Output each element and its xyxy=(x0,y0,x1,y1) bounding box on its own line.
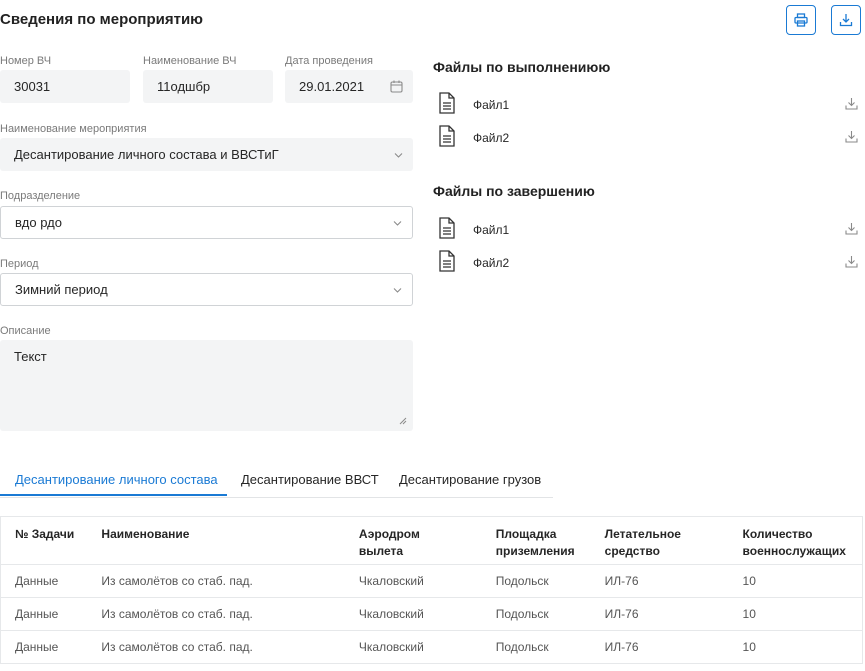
col-count[interactable]: Количество военнослужащих xyxy=(729,517,863,565)
event-name-value: Десантирование личного состава и ВВСТиГ xyxy=(14,147,279,162)
unit-name-label: Наименование ВЧ xyxy=(143,55,237,67)
subdivision-value: вдо рдо xyxy=(15,215,62,230)
cell-landing: Подольск xyxy=(481,597,591,631)
chevron-down-icon xyxy=(393,220,402,226)
unit-number-value: 30031 xyxy=(14,79,51,94)
tab-vvst[interactable]: Десантирование ВВСТ xyxy=(241,472,379,487)
download-icon[interactable] xyxy=(845,255,858,268)
cell-count: 10 xyxy=(728,597,863,631)
cell-task-no: Данные xyxy=(0,597,88,631)
subdivision-select[interactable]: вдо рдо xyxy=(0,206,413,239)
cell-aircraft: ИЛ-76 xyxy=(590,597,729,631)
file-name: Файл1 xyxy=(473,223,510,237)
date-value: 29.01.2021 xyxy=(299,79,365,94)
table-row[interactable]: Данные Из самолётов со стаб. пад. Чкалов… xyxy=(0,630,863,664)
files-completion-title: Файлы по завершению xyxy=(433,183,595,199)
cell-airfield: Чкаловский xyxy=(344,630,482,664)
col-name[interactable]: Наименование xyxy=(87,517,345,565)
download-icon[interactable] xyxy=(845,97,858,110)
cell-task-no: Данные xyxy=(0,630,88,664)
cell-count: 10 xyxy=(728,564,863,598)
table-header-row: № Задачи Наименование Аэродром вылета Пло… xyxy=(1,517,863,565)
date-label: Дата проведения xyxy=(285,55,373,67)
cell-airfield: Чкаловский xyxy=(344,564,482,598)
chevron-down-icon xyxy=(393,287,402,293)
cell-name: Из самолётов со стаб. пад. xyxy=(87,630,345,664)
unit-name-value: 11одшбр xyxy=(157,79,211,94)
printer-icon xyxy=(794,13,808,27)
cell-airfield: Чкаловский xyxy=(344,597,482,631)
col-landing[interactable]: Площадка приземления xyxy=(482,517,591,565)
unit-number-field[interactable]: 30031 xyxy=(0,70,130,103)
subdivision-label: Подразделение xyxy=(0,190,81,202)
unit-number-label: Номер ВЧ xyxy=(0,55,52,67)
active-tab-indicator xyxy=(0,494,227,496)
download-icon xyxy=(839,14,853,27)
file-name: Файл2 xyxy=(473,131,510,145)
file-item[interactable]: Файл1 xyxy=(433,92,858,118)
unit-name-field[interactable]: 11одшбр xyxy=(143,70,273,103)
tab-personnel[interactable]: Десантирование личного состава xyxy=(15,472,218,487)
col-task-no[interactable]: № Задачи xyxy=(1,517,88,565)
col-aircraft[interactable]: Летательное средство xyxy=(591,517,729,565)
tab-cargo[interactable]: Десантирование грузов xyxy=(399,472,541,487)
event-name-select[interactable]: Десантирование личного состава и ВВСТиГ xyxy=(0,138,413,171)
document-icon xyxy=(439,125,455,147)
cell-name: Из самолётов со стаб. пад. xyxy=(87,597,345,631)
cell-aircraft: ИЛ-76 xyxy=(590,630,729,664)
download-button[interactable] xyxy=(831,5,861,35)
period-label: Период xyxy=(0,258,39,270)
file-item[interactable]: Файл2 xyxy=(433,125,858,151)
resize-handle-icon[interactable] xyxy=(399,417,407,425)
table-row[interactable]: Данные Из самолётов со стаб. пад. Чкалов… xyxy=(0,564,863,598)
description-label: Описание xyxy=(0,325,51,337)
description-textarea[interactable]: Текст xyxy=(0,340,413,431)
print-button[interactable] xyxy=(786,5,816,35)
calendar-icon[interactable] xyxy=(390,80,403,93)
tab-bar: Десантирование личного состава Десантиро… xyxy=(0,462,553,498)
period-select[interactable]: Зимний период xyxy=(0,273,413,306)
cell-name: Из самолётов со стаб. пад. xyxy=(87,564,345,598)
file-name: Файл2 xyxy=(473,256,510,270)
cell-task-no: Данные xyxy=(0,564,88,598)
file-item[interactable]: Файл1 xyxy=(433,217,858,243)
document-icon xyxy=(439,217,455,239)
cell-count: 10 xyxy=(728,630,863,664)
cell-landing: Подольск xyxy=(481,630,591,664)
cell-landing: Подольск xyxy=(481,564,591,598)
chevron-down-icon xyxy=(394,152,403,158)
tasks-table: № Задачи Наименование Аэродром вылета Пло… xyxy=(0,516,863,664)
col-airfield[interactable]: Аэродром вылета xyxy=(345,517,482,565)
page-title: Сведения по мероприятию xyxy=(0,11,203,28)
document-icon xyxy=(439,92,455,114)
description-value: Текст xyxy=(14,349,47,364)
file-name: Файл1 xyxy=(473,98,510,112)
period-value: Зимний период xyxy=(15,282,108,297)
download-icon[interactable] xyxy=(845,130,858,143)
file-item[interactable]: Файл2 xyxy=(433,250,858,276)
date-field[interactable]: 29.01.2021 xyxy=(285,70,413,103)
cell-aircraft: ИЛ-76 xyxy=(590,564,729,598)
document-icon xyxy=(439,250,455,272)
download-icon[interactable] xyxy=(845,222,858,235)
files-execution-title: Файлы по выполнениюю xyxy=(433,59,611,75)
event-name-label: Наименование мероприятия xyxy=(0,123,147,135)
table-row[interactable]: Данные Из самолётов со стаб. пад. Чкалов… xyxy=(0,597,863,631)
